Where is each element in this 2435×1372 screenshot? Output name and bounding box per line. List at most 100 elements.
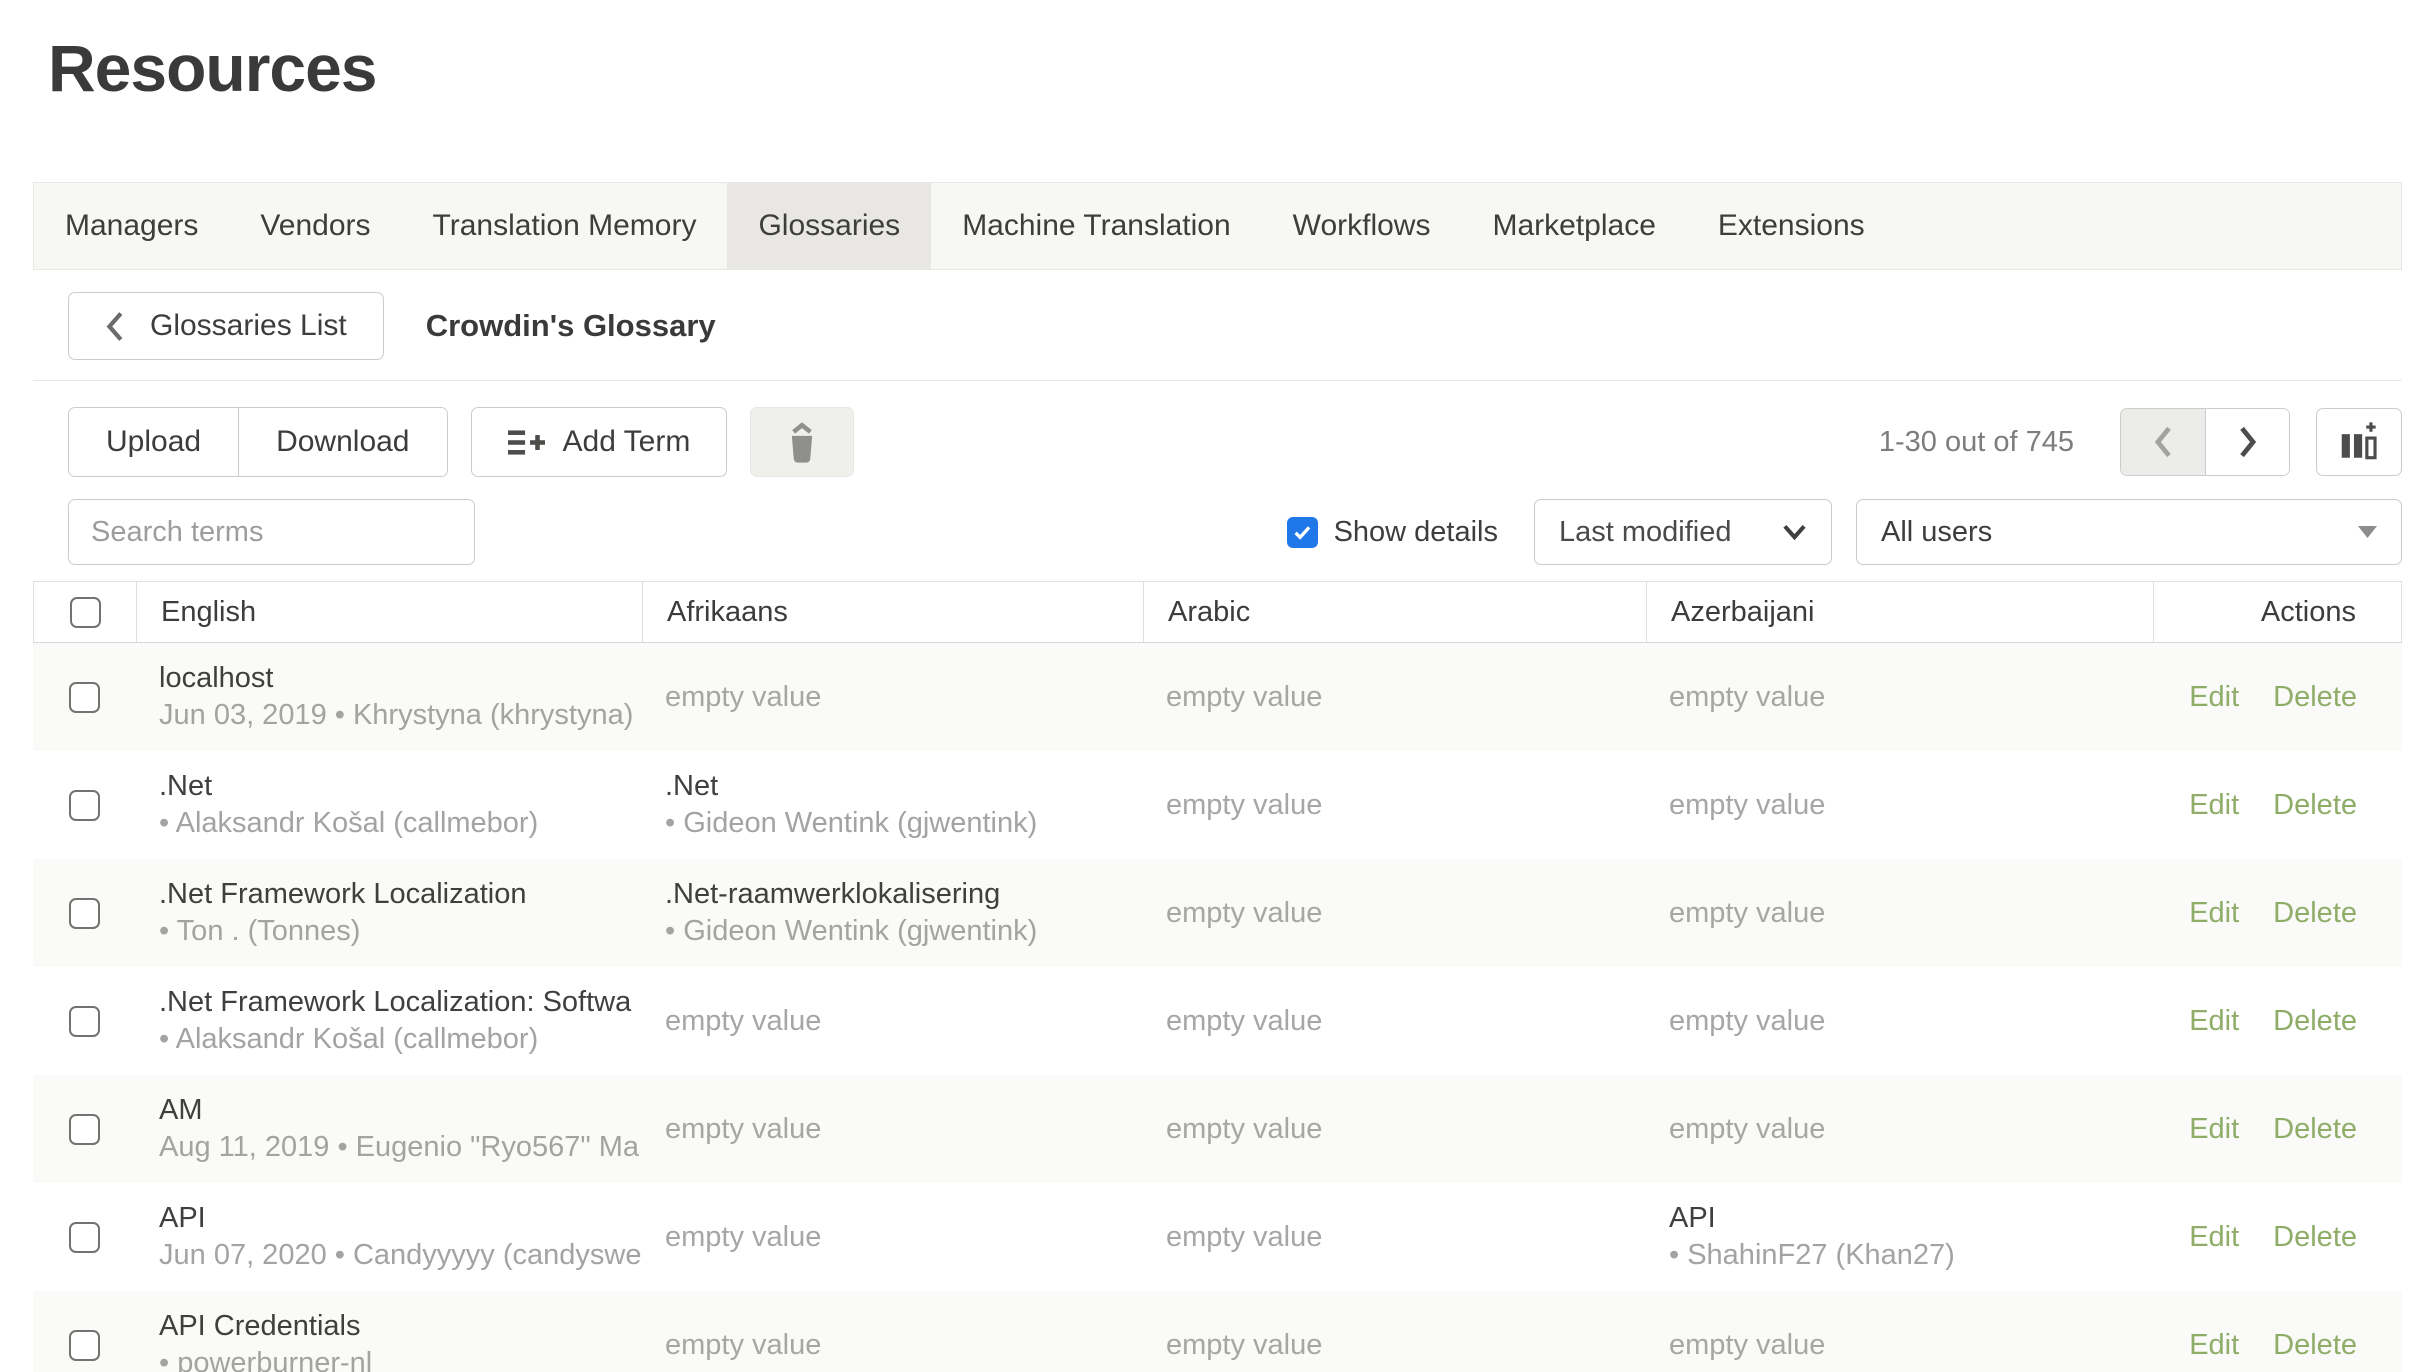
term-table-body: localhostJun 03, 2019 • Khrystyna (khrys…: [33, 643, 2402, 1372]
tab-managers[interactable]: Managers: [34, 183, 229, 269]
columns-icon: [2337, 420, 2381, 464]
row-select-cell: [33, 751, 135, 859]
term-cell-arabic: empty value: [1142, 859, 1645, 967]
term-text: API Credentials: [159, 1308, 641, 1345]
edit-link[interactable]: Edit: [2189, 1329, 2239, 1362]
empty-value: empty value: [665, 1183, 1142, 1291]
term-cell-arabic: empty value: [1142, 967, 1645, 1075]
row-select-cell: [33, 859, 135, 967]
term-cell-english: AMAug 11, 2019 • Eugenio "Ryo567" Ma: [135, 1075, 641, 1183]
term-cell-azerbaijani: empty value: [1645, 751, 2152, 859]
delete-link[interactable]: Delete: [2273, 1221, 2357, 1254]
empty-value: empty value: [1166, 1183, 1645, 1291]
row-actions-cell: Edit Delete: [2152, 751, 2402, 859]
search-input[interactable]: [68, 499, 475, 565]
breadcrumb-current: Crowdin's Glossary: [426, 308, 716, 344]
users-select[interactable]: All users: [1856, 499, 2402, 565]
download-button[interactable]: Download: [238, 408, 446, 476]
row-checkbox[interactable]: [69, 682, 100, 713]
upload-download-group: Upload Download: [68, 407, 448, 477]
manage-columns-button[interactable]: [2316, 408, 2402, 476]
show-details-toggle[interactable]: Show details: [1287, 516, 1498, 549]
empty-value: empty value: [1669, 967, 2152, 1075]
tab-workflows[interactable]: Workflows: [1262, 183, 1462, 269]
term-meta: • Alaksandr Košal (callmebor): [159, 805, 641, 842]
edit-link[interactable]: Edit: [2189, 1221, 2239, 1254]
empty-value: empty value: [1669, 643, 2152, 751]
row-checkbox[interactable]: [69, 1222, 100, 1253]
term-cell-arabic: empty value: [1142, 1075, 1645, 1183]
delete-link[interactable]: Delete: [2273, 789, 2357, 822]
term-cell-english: APIJun 07, 2020 • Candyyyyy (candyswe: [135, 1183, 641, 1291]
add-term-button[interactable]: Add Term: [471, 407, 728, 477]
delete-link[interactable]: Delete: [2273, 897, 2357, 930]
delete-link[interactable]: Delete: [2273, 1329, 2357, 1362]
pagination: 1-30 out of 745: [1879, 408, 2402, 476]
empty-value: empty value: [665, 967, 1142, 1075]
term-cell-english: .Net• Alaksandr Košal (callmebor): [135, 751, 641, 859]
empty-value: empty value: [665, 1075, 1142, 1183]
tab-glossaries[interactable]: Glossaries: [727, 183, 931, 269]
select-all-checkbox[interactable]: [70, 597, 101, 628]
row-checkbox[interactable]: [69, 1114, 100, 1145]
row-select-cell: [33, 1183, 135, 1291]
term-cell-azerbaijani: API• ShahinF27 (Khan27): [1645, 1183, 2152, 1291]
term-cell-azerbaijani: empty value: [1645, 1075, 2152, 1183]
row-checkbox[interactable]: [69, 1330, 100, 1361]
delete-link[interactable]: Delete: [2273, 1005, 2357, 1038]
table-row: .Net• Alaksandr Košal (callmebor).Net• G…: [33, 751, 2402, 859]
delete-link[interactable]: Delete: [2273, 681, 2357, 714]
upload-button[interactable]: Upload: [69, 408, 238, 476]
empty-value: empty value: [1166, 967, 1645, 1075]
empty-value: empty value: [1166, 1075, 1645, 1183]
term-cell-english: .Net Framework Localization: Softwa• Ala…: [135, 967, 641, 1075]
term-cell-azerbaijani: empty value: [1645, 643, 2152, 751]
edit-link[interactable]: Edit: [2189, 789, 2239, 822]
empty-value: empty value: [665, 1291, 1142, 1372]
tab-translation-memory[interactable]: Translation Memory: [402, 183, 728, 269]
term-text: AM: [159, 1092, 641, 1129]
edit-link[interactable]: Edit: [2189, 897, 2239, 930]
filter-controls: Show details Last modified All users: [1287, 499, 2402, 565]
edit-link[interactable]: Edit: [2189, 1113, 2239, 1146]
glossaries-list-back-button[interactable]: Glossaries List: [68, 292, 384, 360]
row-checkbox[interactable]: [69, 790, 100, 821]
term-meta: • Ton . (Tonnes): [159, 913, 641, 950]
row-checkbox[interactable]: [69, 1006, 100, 1037]
empty-value: empty value: [1166, 1291, 1645, 1372]
tab-machine-translation[interactable]: Machine Translation: [931, 183, 1261, 269]
pagination-text: 1-30 out of 745: [1879, 426, 2074, 459]
tab-vendors[interactable]: Vendors: [229, 183, 401, 269]
term-cell-english: localhostJun 03, 2019 • Khrystyna (khrys…: [135, 643, 641, 751]
term-cell-afrikaans: .Net• Gideon Wentink (gjwentink): [641, 751, 1142, 859]
term-meta: Aug 11, 2019 • Eugenio "Ryo567" Ma: [159, 1129, 641, 1166]
toolbar: Upload Download Add Term 1-30 out of 745: [33, 407, 2402, 477]
delete-selected-button[interactable]: [750, 407, 854, 477]
table-row: .Net Framework Localization: Softwa• Ala…: [33, 967, 2402, 1075]
next-page-button[interactable]: [2205, 409, 2289, 475]
column-header-arabic: Arabic: [1143, 582, 1646, 642]
tab-marketplace[interactable]: Marketplace: [1461, 183, 1686, 269]
add-term-label: Add Term: [563, 425, 691, 459]
prev-page-button[interactable]: [2121, 409, 2205, 475]
chevron-left-icon: [105, 310, 124, 343]
term-cell-afrikaans: empty value: [641, 967, 1142, 1075]
users-select-value: All users: [1881, 516, 1992, 549]
edit-link[interactable]: Edit: [2189, 1005, 2239, 1038]
resources-page: Resources ManagersVendorsTranslation Mem…: [0, 0, 2435, 1372]
column-header-azerbaijani: Azerbaijani: [1646, 582, 2153, 642]
table-header-row: English Afrikaans Arabic Azerbaijani Act…: [33, 581, 2402, 643]
page-title: Resources: [48, 30, 2435, 106]
table-row: localhostJun 03, 2019 • Khrystyna (khrys…: [33, 643, 2402, 751]
row-checkbox[interactable]: [69, 898, 100, 929]
row-actions-cell: Edit Delete: [2152, 643, 2402, 751]
term-cell-english: API Credentials• powerburner-nl: [135, 1291, 641, 1372]
edit-link[interactable]: Edit: [2189, 681, 2239, 714]
tab-extensions[interactable]: Extensions: [1687, 183, 1896, 269]
row-actions-cell: Edit Delete: [2152, 1183, 2402, 1291]
column-header-afrikaans: Afrikaans: [642, 582, 1143, 642]
delete-link[interactable]: Delete: [2273, 1113, 2357, 1146]
filter-bar: Show details Last modified All users: [33, 499, 2402, 565]
column-header-actions: Actions: [2153, 582, 2401, 642]
sort-select[interactable]: Last modified: [1534, 499, 1832, 565]
